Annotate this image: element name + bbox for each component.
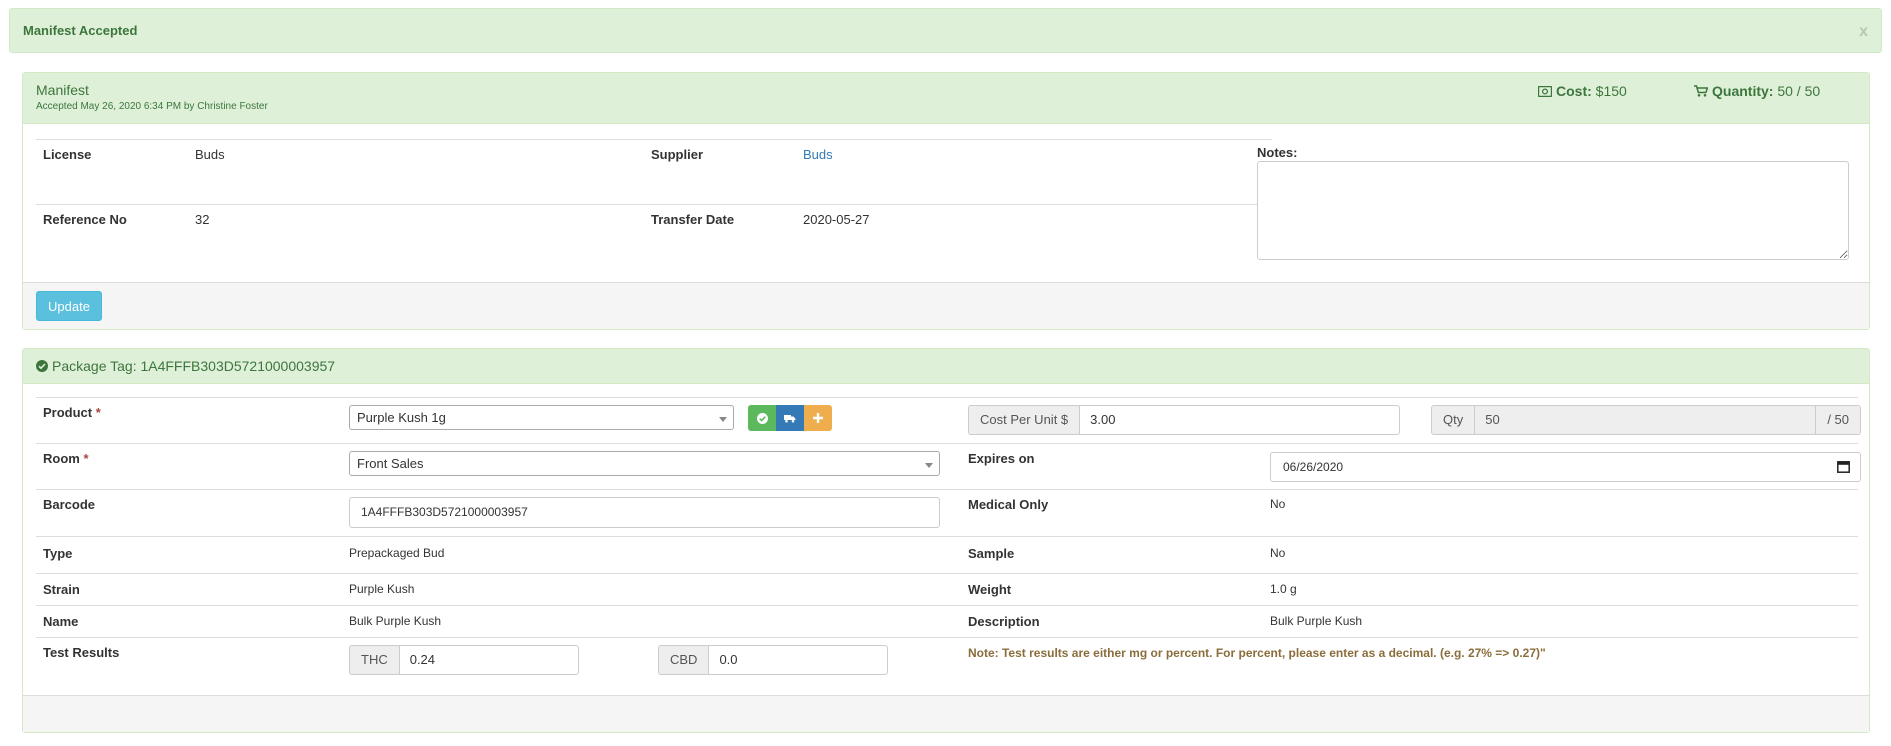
barcode-row: Barcode 1A4FFFB303D5721000003957 Medical… bbox=[36, 489, 1858, 536]
room-row: Room * Front Sales Expires on 06/26/2020 bbox=[36, 443, 1861, 489]
manifest-row-1: License Buds Supplier Buds bbox=[36, 139, 1272, 204]
strain-value: Purple Kush bbox=[349, 582, 415, 596]
barcode-input[interactable]: 1A4FFFB303D5721000003957 bbox=[349, 497, 940, 528]
product-actions bbox=[748, 405, 832, 431]
transfer-date-value: 2020-05-27 bbox=[803, 212, 870, 227]
package-panel-footer bbox=[23, 695, 1869, 732]
cost-per-unit-input[interactable]: 3.00 bbox=[1079, 405, 1400, 435]
cost-per-unit-group: Cost Per Unit $ 3.00 bbox=[968, 405, 1400, 435]
license-value: Buds bbox=[195, 147, 225, 162]
medical-only-label: Medical Only bbox=[968, 497, 1049, 512]
cost-value: $150 bbox=[1595, 83, 1627, 99]
success-alert: Manifest Accepted x bbox=[9, 8, 1882, 53]
room-select[interactable]: Front Sales bbox=[349, 451, 940, 476]
room-label: Room * bbox=[43, 451, 89, 466]
package-tag-text: Package Tag: 1A4FFFB303D5721000003957 bbox=[52, 358, 336, 374]
product-select[interactable]: Purple Kush 1g bbox=[349, 405, 734, 430]
check-circle-icon bbox=[756, 412, 768, 424]
package-panel: Package Tag: 1A4FFFB303D5721000003957 Pr… bbox=[22, 348, 1870, 733]
manifest-panel-footer: Update bbox=[23, 282, 1869, 329]
strain-label: Strain bbox=[43, 582, 80, 597]
type-label: Type bbox=[43, 546, 73, 561]
name-row: Name Bulk Purple Kush Description Bulk P… bbox=[36, 605, 1858, 637]
notes-textarea[interactable] bbox=[1257, 161, 1849, 260]
transfer-date-label: Transfer Date bbox=[651, 212, 735, 227]
supplier-link[interactable]: Buds bbox=[803, 147, 833, 162]
expires-on-label: Expires on bbox=[968, 451, 1035, 466]
cbd-input[interactable]: 0.0 bbox=[708, 645, 888, 675]
manifest-title: Manifest bbox=[36, 82, 89, 98]
manifest-panel: Manifest Accepted May 26, 2020 6:34 PM b… bbox=[22, 72, 1870, 330]
medical-only-value: No bbox=[1270, 497, 1286, 511]
quantity-value: 50 / 50 bbox=[1777, 83, 1821, 99]
reference-no-value: 32 bbox=[195, 212, 210, 227]
supplier-label: Supplier bbox=[651, 147, 704, 162]
sample-label: Sample bbox=[968, 546, 1015, 561]
thc-input[interactable]: 0.24 bbox=[398, 645, 579, 675]
thc-group: THC 0.24 bbox=[349, 645, 579, 675]
manifest-quantity: Quantity: 50 / 50 bbox=[1694, 83, 1820, 100]
transfer-product-button[interactable] bbox=[776, 405, 804, 431]
test-results-note: Note: Test results are either mg or perc… bbox=[968, 646, 1546, 660]
room-selected-value: Front Sales bbox=[357, 456, 424, 471]
chevron-down-icon bbox=[719, 417, 727, 422]
manifest-panel-header: Manifest Accepted May 26, 2020 6:34 PM b… bbox=[23, 73, 1869, 124]
name-label: Name bbox=[43, 614, 79, 629]
alert-message: Manifest Accepted bbox=[23, 23, 138, 38]
package-tag-title: Package Tag: 1A4FFFB303D5721000003957 bbox=[36, 358, 335, 375]
confirm-product-button[interactable] bbox=[748, 405, 776, 431]
quantity-label: Quantity: bbox=[1712, 83, 1774, 99]
add-product-button[interactable] bbox=[804, 405, 832, 431]
cart-icon bbox=[1694, 84, 1709, 100]
weight-label: Weight bbox=[968, 582, 1012, 597]
qty-label: Qty bbox=[1431, 405, 1475, 435]
cost-per-unit-label: Cost Per Unit $ bbox=[968, 405, 1080, 435]
money-icon bbox=[1537, 84, 1553, 100]
test-results-label: Test Results bbox=[43, 645, 120, 660]
type-value: Prepackaged Bud bbox=[349, 546, 445, 560]
calendar-icon[interactable] bbox=[1837, 460, 1850, 476]
manifest-cost: Cost: $150 bbox=[1537, 83, 1627, 100]
description-label: Description bbox=[968, 614, 1040, 629]
truck-icon bbox=[784, 414, 796, 422]
qty-group: Qty 50 / 50 bbox=[1431, 405, 1861, 435]
weight-value: 1.0 g bbox=[1270, 582, 1297, 596]
qty-total: / 50 bbox=[1816, 405, 1861, 435]
manifest-accepted-info: Accepted May 26, 2020 6:34 PM by Christi… bbox=[36, 101, 268, 112]
barcode-label: Barcode bbox=[43, 497, 96, 512]
thc-label: THC bbox=[349, 645, 399, 675]
product-label: Product * bbox=[43, 405, 101, 420]
qty-input[interactable]: 50 bbox=[1474, 405, 1817, 435]
check-circle-icon bbox=[36, 359, 48, 375]
required-mark: * bbox=[95, 405, 101, 420]
chevron-down-icon bbox=[925, 463, 933, 468]
notes-label: Notes: bbox=[1257, 145, 1298, 160]
name-value: Bulk Purple Kush bbox=[349, 614, 442, 628]
test-results-row: Test Results THC 0.24 CBD 0.0 Note: Test… bbox=[36, 637, 1858, 692]
update-button[interactable]: Update bbox=[36, 291, 102, 321]
reference-no-label: Reference No bbox=[43, 212, 127, 227]
plus-icon bbox=[813, 413, 823, 423]
license-label: License bbox=[43, 147, 92, 162]
package-panel-header: Package Tag: 1A4FFFB303D5721000003957 bbox=[23, 349, 1869, 384]
alert-close-button[interactable]: x bbox=[1859, 23, 1868, 41]
cbd-group: CBD 0.0 bbox=[658, 645, 888, 675]
sample-value: No bbox=[1270, 546, 1286, 560]
product-selected-value: Purple Kush 1g bbox=[357, 410, 446, 425]
manifest-fields: License Buds Supplier Buds Reference No … bbox=[36, 139, 1272, 269]
expires-on-date-input[interactable]: 06/26/2020 bbox=[1270, 452, 1861, 482]
expires-on-value: 06/26/2020 bbox=[1283, 460, 1344, 474]
strain-row: Strain Purple Kush Weight 1.0 g bbox=[36, 573, 1858, 605]
description-value: Bulk Purple Kush bbox=[1270, 614, 1363, 628]
cost-label: Cost: bbox=[1556, 83, 1592, 99]
type-row: Type Prepackaged Bud Sample No bbox=[36, 536, 1858, 573]
product-row: Product * Purple Kush 1g Cost Per Unit $… bbox=[36, 397, 1861, 443]
cbd-label: CBD bbox=[658, 645, 709, 675]
manifest-row-2: Reference No 32 Transfer Date 2020-05-27 bbox=[36, 204, 1272, 269]
